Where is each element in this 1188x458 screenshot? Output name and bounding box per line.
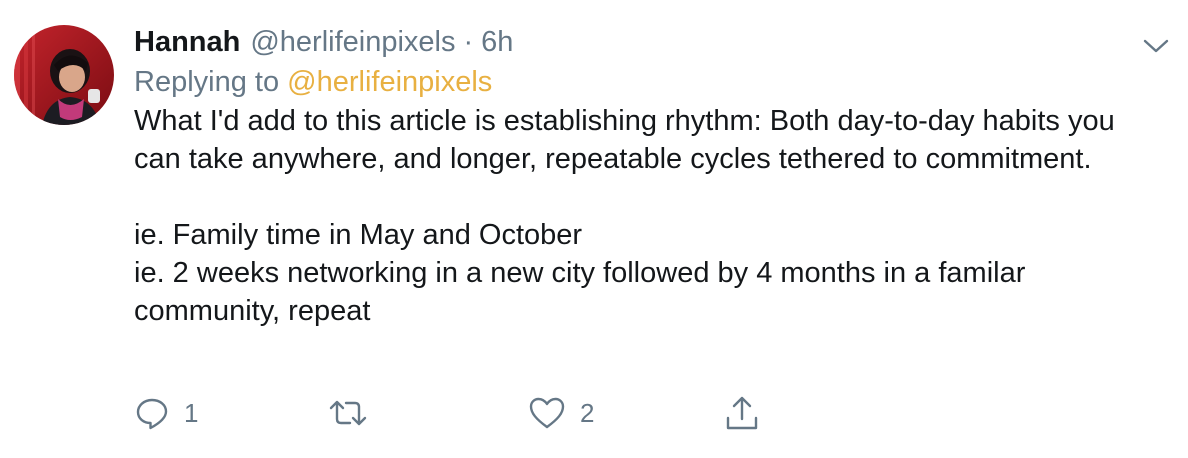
avatar[interactable] (14, 25, 114, 125)
tweet-header: Hannah @herlifeinpixels · 6h (134, 22, 1144, 62)
tweet: Hannah @herlifeinpixels · 6h Replying to… (0, 0, 1188, 458)
heart-icon (528, 395, 566, 431)
tweet-actions: 1 2 (134, 392, 834, 434)
tweet-content: Hannah @herlifeinpixels · 6h Replying to… (134, 22, 1144, 330)
tweet-paragraph: ie. Family time in May and October ie. 2… (134, 219, 1026, 327)
separator-dot: · (463, 26, 474, 58)
retweet-button[interactable] (328, 392, 382, 434)
like-button[interactable]: 2 (528, 392, 594, 434)
chevron-down-icon[interactable] (1140, 30, 1172, 62)
tweet-timestamp[interactable]: 6h (481, 22, 513, 62)
retweet-icon (328, 395, 368, 431)
reply-button[interactable]: 1 (134, 392, 198, 434)
share-icon (724, 394, 760, 432)
replying-to-handle-link[interactable]: @herlifeinpixels (287, 66, 492, 98)
replying-to: Replying to @herlifeinpixels (134, 62, 1144, 102)
like-count: 2 (580, 397, 595, 428)
author-name[interactable]: Hannah (134, 22, 240, 62)
reply-count: 1 (184, 397, 199, 428)
share-button[interactable] (724, 392, 760, 434)
replying-to-label: Replying to (134, 66, 280, 98)
author-handle[interactable]: @herlifeinpixels (250, 22, 455, 62)
avatar-photo (14, 25, 114, 125)
tweet-paragraph: What I'd add to this article is establis… (134, 105, 1115, 175)
tweet-text: What I'd add to this article is establis… (134, 102, 1144, 330)
reply-bubble-icon (134, 395, 170, 431)
